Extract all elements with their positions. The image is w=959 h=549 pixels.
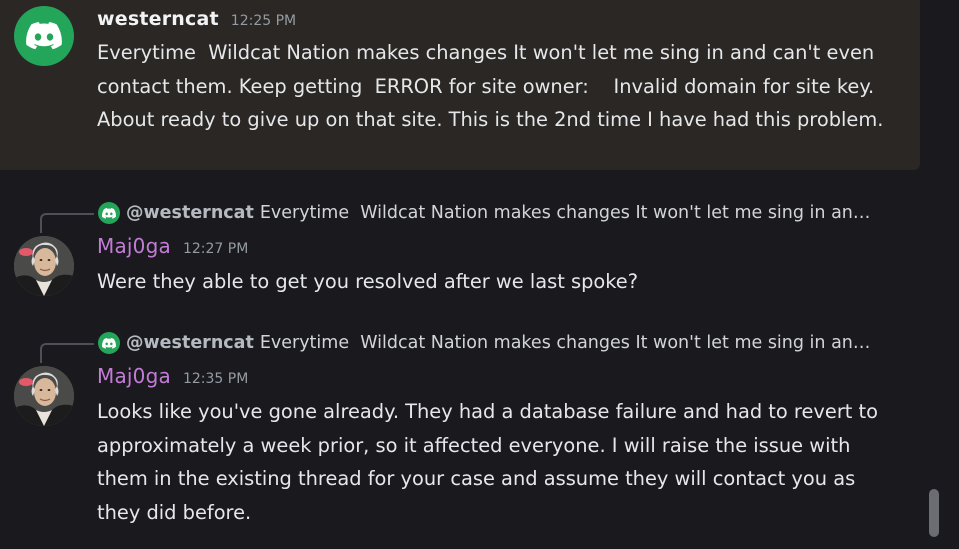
user-avatar[interactable] [14, 236, 74, 296]
reply-text[interactable]: Everytime Wildcat Nation makes changes I… [260, 203, 880, 223]
message-content: Were they able to get you resolved after… [97, 270, 639, 293]
message-content: Everytime Wildcat Nation makes changes I… [97, 41, 884, 131]
message-item: westerncat 12:25 PM Everytime Wildcat Na… [0, 0, 920, 170]
message-header: Maj0ga 12:35 PM [97, 364, 248, 388]
scrollbar-thumb[interactable] [929, 489, 939, 537]
reply-avatar [98, 332, 120, 354]
message-item: @westerncat Everytime Wildcat Nation mak… [0, 326, 920, 536]
username[interactable]: westerncat [97, 8, 219, 30]
timestamp[interactable]: 12:35 PM [183, 371, 248, 387]
reply-spine [40, 343, 94, 363]
chat-message-list: westerncat 12:25 PM Everytime Wildcat Na… [0, 0, 959, 549]
george-washington-avatar [14, 366, 74, 426]
george-washington-avatar [14, 236, 74, 296]
username[interactable]: Maj0ga [97, 234, 171, 258]
timestamp[interactable]: 12:25 PM [231, 13, 296, 29]
discord-logo-icon [102, 207, 116, 219]
message-header: Maj0ga 12:27 PM [97, 234, 248, 258]
reply-spine [40, 213, 94, 233]
discord-logo-icon [26, 22, 62, 50]
reply-username[interactable]: @westerncat [126, 333, 254, 353]
reply-avatar [98, 202, 120, 224]
message-item: @westerncat Everytime Wildcat Nation mak… [0, 196, 920, 306]
reply-text[interactable]: Everytime Wildcat Nation makes changes I… [260, 333, 880, 353]
message-content: Looks like you've gone already. They had… [97, 400, 885, 524]
discord-logo-icon [102, 337, 116, 349]
timestamp[interactable]: 12:27 PM [183, 241, 248, 257]
username[interactable]: Maj0ga [97, 364, 171, 388]
user-avatar[interactable] [14, 6, 74, 66]
reply-username[interactable]: @westerncat [126, 203, 254, 223]
user-avatar[interactable] [14, 366, 74, 426]
message-header: westerncat 12:25 PM [97, 8, 296, 30]
